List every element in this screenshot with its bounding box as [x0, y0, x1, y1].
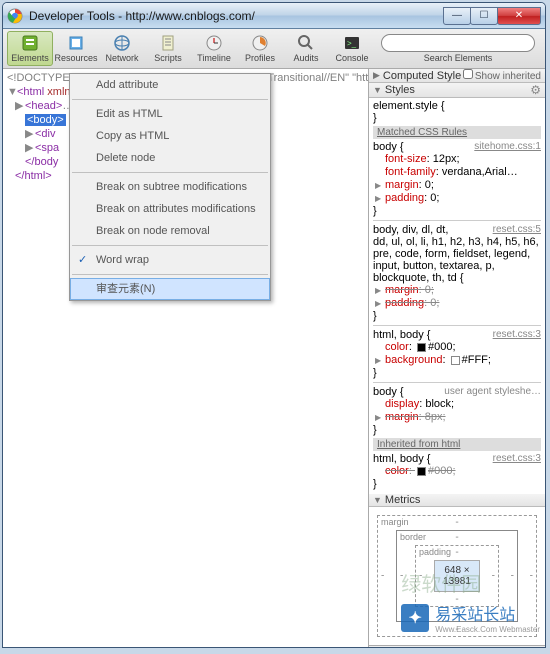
toolbar: Elements Resources Network Scripts Timel… — [3, 29, 545, 69]
window-buttons: — ☐ ✕ — [444, 7, 541, 25]
styles-sidebar: ▶ Computed Style Show inherited ▼ Styles… — [368, 69, 545, 647]
css-rule[interactable]: body {user agent styleshe… display: bloc… — [373, 386, 541, 436]
element-style-rule[interactable]: element.style { } — [373, 100, 541, 124]
tab-timeline[interactable]: Timeline — [191, 32, 237, 65]
console-icon: >_ — [343, 34, 361, 52]
menu-separator — [72, 245, 268, 246]
elements-panel[interactable]: <!DOCTYPE html PUBLIC "-//W3C//DTD XHTML… — [3, 69, 368, 647]
styles-header[interactable]: ▼ Styles ⚙ — [369, 83, 545, 98]
menu-separator — [72, 274, 268, 275]
inherited-header: Inherited from html — [373, 438, 541, 451]
properties-footer[interactable]: ▶HTMLBo — [369, 645, 545, 647]
metrics-content: 648 × 13981 — [434, 560, 480, 592]
audits-icon — [297, 34, 315, 52]
search-label: Search Elements — [381, 53, 535, 63]
chrome-icon — [7, 8, 23, 24]
menu-separator — [72, 99, 268, 100]
svg-text:>_: >_ — [347, 39, 357, 48]
maximize-button[interactable]: ☐ — [470, 7, 498, 25]
context-menu: Add attribute Edit as HTML Copy as HTML … — [69, 73, 271, 301]
tab-profiles[interactable]: Profiles — [237, 32, 283, 65]
window-title: Developer Tools - http://www.cnblogs.com… — [29, 9, 444, 23]
search-wrap: Search Elements — [375, 32, 541, 65]
gear-icon[interactable]: ⚙ — [530, 83, 541, 97]
menu-add-attribute[interactable]: Add attribute — [70, 74, 270, 96]
profiles-icon — [251, 34, 269, 52]
css-rule[interactable]: html, body {reset.css:3 color: #000; ▶ba… — [373, 329, 541, 379]
css-rule-inherited[interactable]: html, body {reset.css:3 color: #000; } — [373, 453, 541, 490]
rules-list: element.style { } Matched CSS Rules body… — [369, 98, 545, 494]
menu-inspect-element[interactable]: 审查元素(N) — [70, 278, 270, 300]
titlebar[interactable]: Developer Tools - http://www.cnblogs.com… — [3, 3, 545, 29]
menu-break-removal[interactable]: Break on node removal — [70, 220, 270, 242]
tab-resources[interactable]: Resources — [53, 32, 99, 65]
metrics-box[interactable]: margin ---- border ---- padding ---- 648… — [369, 507, 545, 645]
timeline-icon — [205, 34, 223, 52]
menu-break-attributes[interactable]: Break on attributes modifications — [70, 198, 270, 220]
matched-rules-header: Matched CSS Rules — [373, 126, 541, 139]
resources-icon — [67, 34, 85, 52]
check-icon: ✓ — [78, 253, 87, 267]
menu-break-subtree[interactable]: Break on subtree modifications — [70, 176, 270, 198]
expand-icon: ▼ — [373, 85, 382, 95]
tab-console[interactable]: >_ Console — [329, 32, 375, 65]
menu-copy-html[interactable]: Copy as HTML — [70, 125, 270, 147]
menu-edit-html[interactable]: Edit as HTML — [70, 103, 270, 125]
metrics-header[interactable]: ▼ Metrics — [369, 494, 545, 507]
window-frame: Developer Tools - http://www.cnblogs.com… — [2, 2, 546, 648]
css-rule[interactable]: body, div, dl, dt,reset.css:5 dd, ul, ol… — [373, 224, 541, 322]
menu-delete-node[interactable]: Delete node — [70, 147, 270, 169]
css-rule[interactable]: body {sitehome.css:1 font-size: 12px; fo… — [373, 141, 541, 217]
content-area: <!DOCTYPE html PUBLIC "-//W3C//DTD XHTML… — [3, 69, 545, 647]
elements-icon — [21, 34, 39, 52]
show-inherited-checkbox[interactable] — [463, 69, 473, 79]
computed-style-header[interactable]: ▶ Computed Style Show inherited — [369, 69, 545, 83]
minimize-button[interactable]: — — [443, 7, 471, 25]
tab-network[interactable]: Network — [99, 32, 145, 65]
close-button[interactable]: ✕ — [497, 7, 541, 25]
menu-word-wrap[interactable]: ✓Word wrap — [70, 249, 270, 271]
search-box[interactable] — [381, 34, 535, 52]
network-icon — [113, 34, 131, 52]
menu-separator — [72, 172, 268, 173]
tab-scripts[interactable]: Scripts — [145, 32, 191, 65]
scripts-icon — [159, 34, 177, 52]
expand-icon: ▶ — [373, 70, 380, 81]
tab-audits[interactable]: Audits — [283, 32, 329, 65]
search-input[interactable] — [390, 37, 526, 49]
expand-icon: ▼ — [373, 495, 382, 505]
tab-elements[interactable]: Elements — [7, 31, 53, 66]
